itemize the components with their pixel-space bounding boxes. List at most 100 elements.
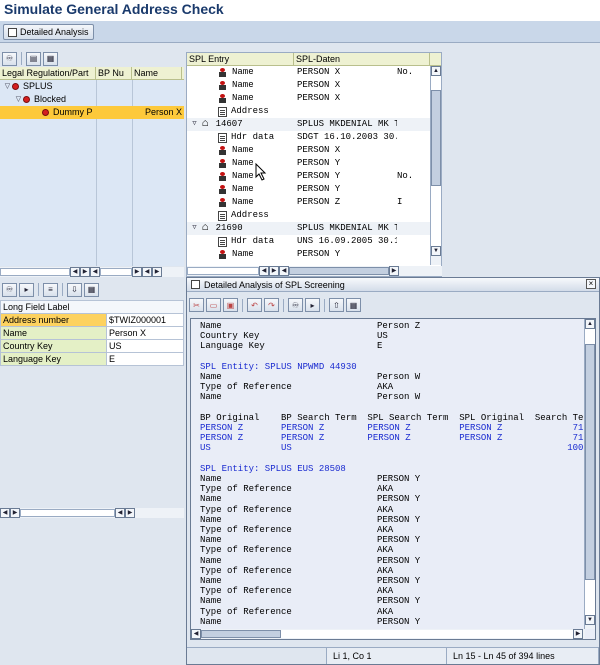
- layout-icon[interactable]: ▦: [43, 51, 58, 66]
- expand-icon[interactable]: ▽: [3, 80, 12, 93]
- scroll-up-icon[interactable]: ▲: [431, 66, 441, 76]
- layout-icon[interactable]: ▦: [84, 282, 99, 297]
- find-next-icon[interactable]: ▸: [305, 298, 320, 312]
- spl-tree-row[interactable]: Name PERSON Y: [187, 183, 441, 196]
- spl-entry-data: PERSON X: [297, 145, 341, 155]
- col-bp-number[interactable]: BP Nu: [96, 66, 132, 80]
- paste-icon[interactable]: ▣: [223, 298, 238, 312]
- expand-icon[interactable]: ▽: [14, 93, 23, 106]
- detailed-analysis-button[interactable]: Detailed Analysis: [3, 24, 94, 40]
- scroll-right-icon[interactable]: ▶: [125, 508, 135, 518]
- col-name[interactable]: Name: [132, 66, 182, 80]
- find-icon[interactable]: ♾: [288, 298, 303, 312]
- spl-tree-row[interactable]: Name PERSON X No.: [187, 66, 441, 79]
- detail-grid: Long Field Label Address number $TWIZ000…: [0, 300, 184, 366]
- editor-vscroll[interactable]: ▲ ▼: [584, 319, 595, 629]
- spl-tree-row[interactable]: Name PERSON Y: [187, 157, 441, 170]
- redo-icon[interactable]: ↷: [264, 298, 279, 312]
- scroll-right-icon[interactable]: ▶: [152, 267, 162, 277]
- table-row[interactable]: Country Key US: [0, 339, 184, 353]
- person-icon: [218, 249, 228, 260]
- spl-tree-row[interactable]: Name PERSON Z I: [187, 196, 441, 209]
- table-row[interactable]: Address number $TWIZ000001: [0, 313, 184, 327]
- spl-tree-row[interactable]: ▽⌂ 21690 SPLUS MKDENIAL MK Technolog: [187, 222, 441, 235]
- upload-icon[interactable]: ⇧: [329, 298, 344, 312]
- scroll-up-icon[interactable]: ▲: [585, 319, 595, 329]
- spl-tree-row[interactable]: ▽⌂ 14607 SPLUS MKDENIAL MK Technolog: [187, 118, 441, 131]
- spl-tree-row[interactable]: Hdr data SDGT 16.10.2003 30.12.9999: [187, 131, 441, 144]
- cut-icon[interactable]: ✂: [189, 298, 204, 312]
- expand-icon[interactable]: ▽: [190, 118, 199, 131]
- dialog-icon: [191, 280, 200, 289]
- scroll-left-icon[interactable]: ◀: [0, 508, 10, 518]
- scroll-right-icon[interactable]: ▶: [80, 267, 90, 277]
- scroll-left-icon[interactable]: ◀: [259, 266, 269, 276]
- table-row[interactable]: Language Key E: [0, 352, 184, 366]
- spl-entry-data: SDGT 16.10.2003 30.12.9999: [297, 132, 397, 142]
- scroll-left-icon[interactable]: ◀: [115, 508, 125, 518]
- table-row[interactable]: Name Person X: [0, 326, 184, 340]
- scroll-left-icon[interactable]: ◀: [191, 629, 201, 639]
- spl-tree-row[interactable]: Address: [187, 105, 441, 118]
- tree-row-splus[interactable]: ▽ SPLUS: [0, 80, 184, 93]
- scroll-thumb[interactable]: [431, 90, 441, 186]
- close-icon[interactable]: ×: [586, 279, 596, 289]
- editor-line: Name: [200, 372, 222, 382]
- editor-line-value: PERSON Y: [377, 535, 421, 546]
- scroll-left-icon[interactable]: ◀: [90, 267, 100, 277]
- scroll-down-icon[interactable]: ▼: [431, 246, 441, 256]
- detail-grid-hscroll[interactable]: ◀ ▶ ◀ ▶: [0, 508, 184, 518]
- col-spl-entry[interactable]: SPL Entry: [187, 52, 294, 66]
- spl-entry-label: Name: [232, 249, 254, 259]
- detailed-analysis-label: Detailed Analysis: [20, 27, 89, 37]
- text-editor[interactable]: Name Person Z Country Key US Language Key E SP…: [190, 318, 596, 640]
- scroll-left-icon[interactable]: ◀: [142, 267, 152, 277]
- sort-icon[interactable]: ≡: [43, 282, 58, 297]
- export-icon[interactable]: ⇩: [67, 282, 82, 297]
- scroll-right-icon[interactable]: ▶: [389, 266, 399, 276]
- spl-tree-row[interactable]: Address: [187, 209, 441, 222]
- spl-tree-hscroll[interactable]: ◀ ▶ ◀ ▶: [187, 266, 442, 276]
- spl-tree-vscroll[interactable]: ▲ ▼: [430, 66, 441, 265]
- scroll-thumb[interactable]: [585, 344, 595, 580]
- scroll-right-icon[interactable]: ▶: [573, 629, 583, 639]
- spl-entry-label: Name: [232, 197, 254, 207]
- editor-line: PERSON Z PERSON Z PERSON Z PERSON Z 71.4…: [200, 423, 583, 433]
- scroll-down-icon[interactable]: ▼: [585, 615, 595, 625]
- save-icon[interactable]: ▦: [346, 298, 361, 312]
- col-legal-regulation[interactable]: Legal Regulation/Part: [0, 66, 96, 80]
- editor-line: Country Key: [200, 331, 260, 342]
- undo-icon[interactable]: ↶: [247, 298, 262, 312]
- binoculars-icon[interactable]: ♾: [2, 282, 17, 297]
- line-count: Ln 15 - Ln 45 of 394 lines: [447, 647, 599, 664]
- col-spl-data[interactable]: SPL-Daten: [294, 52, 430, 66]
- editor-line: Type of Reference: [200, 504, 292, 515]
- spl-tree-row[interactable]: Name PERSON X: [187, 144, 441, 157]
- find-next-icon[interactable]: ▸: [19, 282, 34, 297]
- spl-tree-row[interactable]: Name PERSON Y No.: [187, 170, 441, 183]
- print-icon[interactable]: ▤: [26, 51, 41, 66]
- tree-row-blocked[interactable]: ▽ Blocked: [0, 93, 184, 106]
- editor-line-value: AKA: [377, 484, 394, 495]
- dialog-toolbar: ✂ ▭ ▣ ↶ ↷ ♾ ▸ ⇧ ▦: [187, 296, 599, 314]
- document-icon: [218, 132, 227, 143]
- left-tree-hscroll[interactable]: ◀ ▶ ◀ ▶ ◀ ▶: [0, 267, 184, 277]
- copy-icon[interactable]: ▭: [206, 298, 221, 312]
- editor-line-value: Person Z: [377, 321, 421, 331]
- spl-tree-row[interactable]: Hdr data UNS 16.09.2005 30.12.9999: [187, 235, 441, 248]
- editor-hscroll[interactable]: ◀ ▶: [191, 629, 585, 639]
- detailed-analysis-dialog: Detailed Analysis of SPL Screening × ✂ ▭…: [186, 277, 600, 665]
- spl-tree-row[interactable]: Name PERSON X: [187, 79, 441, 92]
- scroll-left-icon[interactable]: ◀: [279, 266, 289, 276]
- editor-line-value: AKA: [377, 382, 394, 393]
- spl-tree-row[interactable]: Name PERSON Y: [187, 248, 441, 261]
- scroll-right-icon[interactable]: ▶: [132, 267, 142, 277]
- tree-row-dummy[interactable]: Dummy P Person X: [0, 106, 184, 119]
- binoculars-icon[interactable]: ♾: [2, 51, 17, 66]
- scroll-right-icon[interactable]: ▶: [10, 508, 20, 518]
- scroll-right-icon[interactable]: ▶: [269, 266, 279, 276]
- scroll-left-icon[interactable]: ◀: [70, 267, 80, 277]
- spl-tree-row[interactable]: Name PERSON X: [187, 92, 441, 105]
- scroll-thumb[interactable]: [201, 630, 281, 638]
- expand-icon[interactable]: ▽: [190, 222, 199, 235]
